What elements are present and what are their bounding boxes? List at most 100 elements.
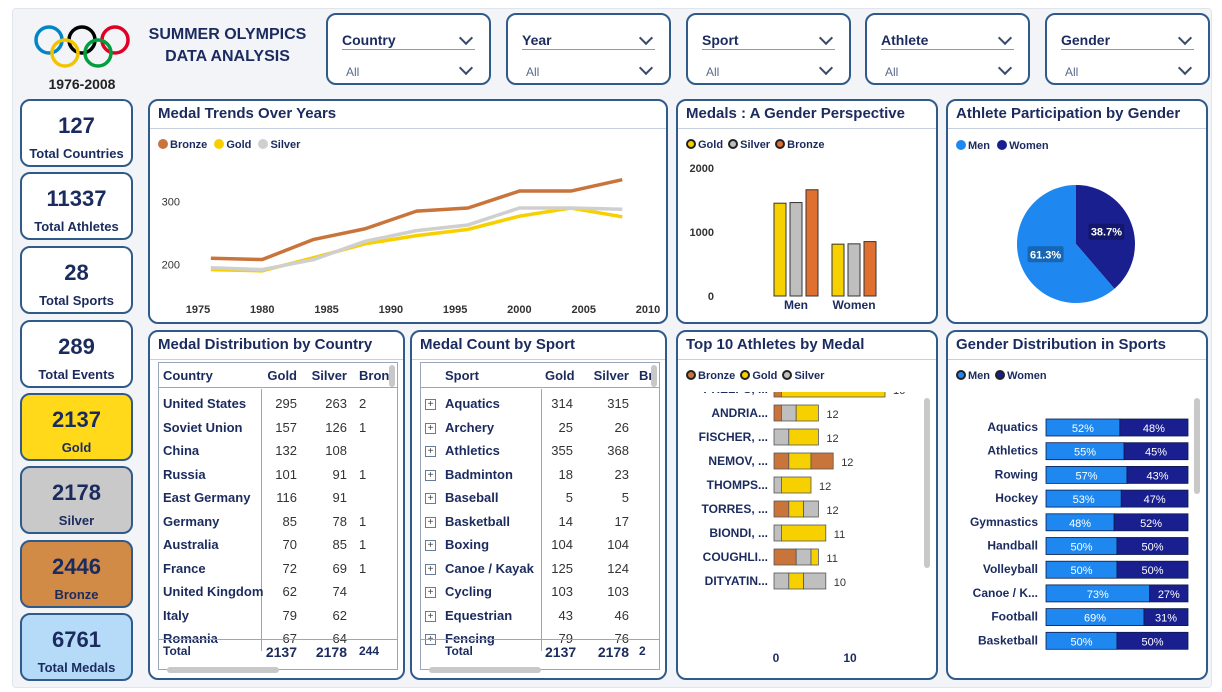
expand-row-icon[interactable]: +	[425, 446, 436, 457]
gold-bar-segment[interactable]	[788, 452, 812, 470]
row-label[interactable]: Boxing	[445, 537, 489, 552]
bronze-bar-men[interactable]	[805, 189, 819, 297]
silver-bar-segment[interactable]	[773, 428, 790, 446]
column-header[interactable]: Sport	[445, 368, 479, 383]
slicer-gender[interactable]: Gender All	[1045, 13, 1210, 85]
bronze-bar-segment[interactable]	[773, 404, 782, 422]
row-label[interactable]: United States	[163, 396, 246, 411]
silver-series-line[interactable]	[210, 206, 623, 272]
bronze-bar-segment[interactable]	[773, 392, 782, 398]
gold-bar-segment[interactable]	[781, 476, 812, 494]
slicer-sport[interactable]: Sport All	[686, 13, 851, 85]
bronze-series-line[interactable]	[210, 178, 623, 262]
gold-bar-men[interactable]	[773, 202, 787, 297]
expand-row-icon[interactable]: +	[425, 563, 436, 575]
bronze-bar-segment[interactable]	[810, 452, 834, 470]
chevron-down-icon[interactable]	[638, 30, 654, 46]
silver-bar-segment[interactable]	[773, 524, 782, 542]
chevron-down-icon[interactable]	[997, 30, 1013, 46]
expand-row-icon[interactable]: +	[425, 399, 436, 410]
expand-row-icon[interactable]: +	[425, 422, 436, 434]
row-label[interactable]: Baseball	[445, 490, 498, 505]
row-label[interactable]: Germany	[163, 514, 219, 529]
row-label[interactable]: Canoe / Kayak	[445, 561, 534, 576]
row-label[interactable]: East Germany	[163, 490, 250, 505]
row-label[interactable]: Cycling	[445, 584, 492, 599]
medal-trends-chart[interactable]: 200 300 1975 1980 1985 1990 1995 2000 2005 2010	[150, 156, 666, 322]
silver-bar-segment[interactable]	[795, 548, 812, 566]
row-label[interactable]: Athletics	[445, 443, 500, 458]
table-horizontal-scrollbar[interactable]	[429, 667, 541, 673]
row-label[interactable]: France	[163, 561, 206, 576]
chevron-down-icon[interactable]	[997, 60, 1013, 76]
gender-medals-chart[interactable]: 0 1000 2000 Men Women	[678, 156, 936, 322]
column-header[interactable]: Gold	[265, 368, 297, 383]
row-label[interactable]: Italy	[163, 608, 189, 623]
silver-bar-women[interactable]	[847, 243, 861, 297]
row-label[interactable]: Aquatics	[445, 396, 500, 411]
chevron-down-icon[interactable]	[818, 30, 834, 46]
row-label[interactable]: Australia	[163, 537, 219, 552]
gold-bar-women[interactable]	[831, 243, 845, 297]
gender-sports-chart[interactable]: Aquatics 52% 48% Athletics 55% 45% Rowing 57% 43…	[948, 392, 1206, 678]
column-header[interactable]: Country	[163, 368, 213, 383]
column-header[interactable]: Silver	[309, 368, 347, 383]
chevron-down-icon[interactable]	[818, 60, 834, 76]
slicer-athlete[interactable]: Athlete All	[865, 13, 1030, 85]
expand-row-icon[interactable]: +	[425, 493, 436, 504]
gold-bar-segment[interactable]	[795, 404, 819, 422]
chevron-down-icon[interactable]	[1177, 60, 1193, 76]
silver-bar-segment[interactable]	[803, 572, 827, 590]
slicer-country[interactable]: Country All	[326, 13, 491, 85]
slicer-year[interactable]: Year All	[506, 13, 671, 85]
row-label[interactable]: Equestrian	[445, 608, 512, 623]
expand-row-icon[interactable]: +	[425, 587, 436, 598]
bronze-bar-segment[interactable]	[773, 452, 790, 470]
expand-row-icon[interactable]: +	[425, 610, 436, 622]
gold-series-line[interactable]	[210, 206, 623, 273]
gold-bar-segment[interactable]	[788, 572, 805, 590]
chevron-down-icon[interactable]	[1177, 30, 1193, 46]
gold-bar-segment[interactable]	[810, 548, 819, 566]
expand-row-icon[interactable]: +	[425, 540, 436, 551]
silver-bar-men[interactable]	[789, 202, 803, 297]
gender-sports-scrollbar[interactable]	[1194, 398, 1200, 494]
athletes-scrollbar[interactable]	[924, 398, 930, 568]
silver-bar-segment[interactable]	[803, 500, 819, 518]
row-label[interactable]: Basketball	[445, 514, 510, 529]
bronze-bar-women[interactable]	[863, 241, 877, 297]
gold-bar-segment[interactable]	[788, 500, 805, 518]
table-vertical-scrollbar[interactable]	[651, 365, 657, 387]
slicer-value[interactable]: All	[885, 65, 898, 79]
gold-bar-segment[interactable]	[781, 524, 827, 542]
row-label[interactable]: Badminton	[445, 467, 513, 482]
expand-row-icon[interactable]: +	[425, 469, 436, 481]
row-label[interactable]: Russia	[163, 467, 206, 482]
column-header[interactable]: Silver	[591, 368, 629, 383]
gold-bar-segment[interactable]	[781, 392, 886, 398]
table-vertical-scrollbar[interactable]	[389, 365, 395, 387]
table-horizontal-scrollbar[interactable]	[167, 667, 279, 673]
gold-bar-segment[interactable]	[788, 428, 819, 446]
expand-row-icon[interactable]: +	[425, 516, 436, 528]
bronze-bar-segment[interactable]	[773, 500, 790, 518]
silver-bar-segment[interactable]	[773, 476, 782, 494]
silver-bar-segment[interactable]	[773, 572, 790, 590]
chevron-down-icon[interactable]	[638, 60, 654, 76]
silver-bar-segment[interactable]	[781, 404, 797, 422]
bronze-bar-segment[interactable]	[773, 548, 797, 566]
slicer-value[interactable]: All	[1065, 65, 1078, 79]
chevron-down-icon[interactable]	[458, 60, 474, 76]
sport-table[interactable]: Sport Gold Silver Br + Aquatics 314 315 + Archery…	[420, 362, 660, 673]
country-table[interactable]: Country Gold Silver Bron United States 295 263…	[158, 362, 398, 673]
row-label[interactable]: Soviet Union	[163, 420, 242, 435]
top-athletes-chart[interactable]: PHELPS, ... 16 ANDRIA... 12 FISCHER, ... 12 NE…	[678, 392, 936, 678]
slicer-value[interactable]: All	[346, 65, 359, 79]
column-header[interactable]: Gold	[545, 368, 575, 383]
column-header[interactable]: Bron	[359, 368, 389, 383]
row-label[interactable]: China	[163, 443, 199, 458]
chevron-down-icon[interactable]	[458, 30, 474, 46]
slicer-value[interactable]: All	[526, 65, 539, 79]
row-label[interactable]: Archery	[445, 420, 494, 435]
row-label[interactable]: United Kingdom	[163, 584, 263, 599]
